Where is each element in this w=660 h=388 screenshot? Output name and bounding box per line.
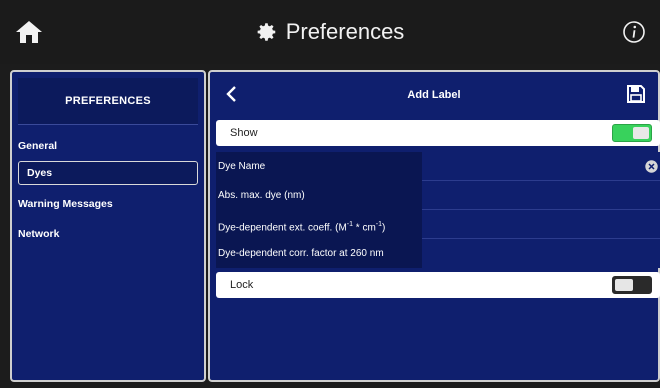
show-row: Show	[216, 120, 660, 146]
sidebar-heading: PREFERENCES	[65, 95, 151, 107]
lock-row: Lock	[216, 272, 660, 298]
abs-max-input[interactable]	[422, 181, 660, 210]
panel-header: Add Label	[210, 72, 658, 118]
show-toggle[interactable]	[612, 124, 652, 142]
dye-name-label: Dye Name	[216, 152, 422, 181]
top-bar: Preferences	[0, 0, 660, 64]
save-icon[interactable]	[626, 84, 646, 104]
info-icon[interactable]	[622, 20, 646, 44]
field-row-abs-max: Abs. max. dye (nm)	[216, 181, 660, 210]
panel-title: Add Label	[407, 89, 461, 101]
sidebar-header: PREFERENCES	[18, 78, 198, 125]
lock-toggle[interactable]	[612, 276, 652, 294]
lock-label: Lock	[230, 279, 254, 291]
sidebar-item-warning-messages[interactable]: Warning Messages	[12, 189, 204, 219]
corr-factor-label: Dye-dependent corr. factor at 260 nm	[216, 239, 422, 268]
ext-coeff-label: Dye-dependent ext. coeff. (M-1 * cm-1)	[216, 210, 422, 239]
show-label: Show	[230, 127, 258, 139]
field-row-dye-name: Dye Name	[216, 152, 660, 181]
corr-factor-input[interactable]	[422, 239, 660, 268]
page-title: Preferences	[285, 19, 405, 44]
field-row-ext-coeff: Dye-dependent ext. coeff. (M-1 * cm-1)	[216, 210, 660, 239]
clear-icon[interactable]	[645, 160, 658, 173]
sidebar-item-network[interactable]: Network	[12, 219, 204, 249]
sidebar-item-dyes[interactable]: Dyes	[18, 161, 198, 185]
ext-coeff-input[interactable]	[422, 210, 660, 239]
preferences-sidebar: PREFERENCES General Dyes Warning Message…	[10, 70, 206, 382]
sidebar-item-general[interactable]: General	[12, 131, 204, 161]
field-row-corr-factor: Dye-dependent corr. factor at 260 nm	[216, 239, 660, 268]
dye-name-input[interactable]	[422, 152, 660, 181]
gear-icon	[257, 23, 275, 41]
abs-max-label: Abs. max. dye (nm)	[216, 181, 422, 210]
add-label-panel: Add Label Show Dye Name Abs. max. dye (n…	[208, 70, 660, 382]
dye-fields: Dye Name Abs. max. dye (nm) Dye-dependen…	[216, 152, 660, 270]
header-title-group: Preferences	[0, 0, 660, 64]
